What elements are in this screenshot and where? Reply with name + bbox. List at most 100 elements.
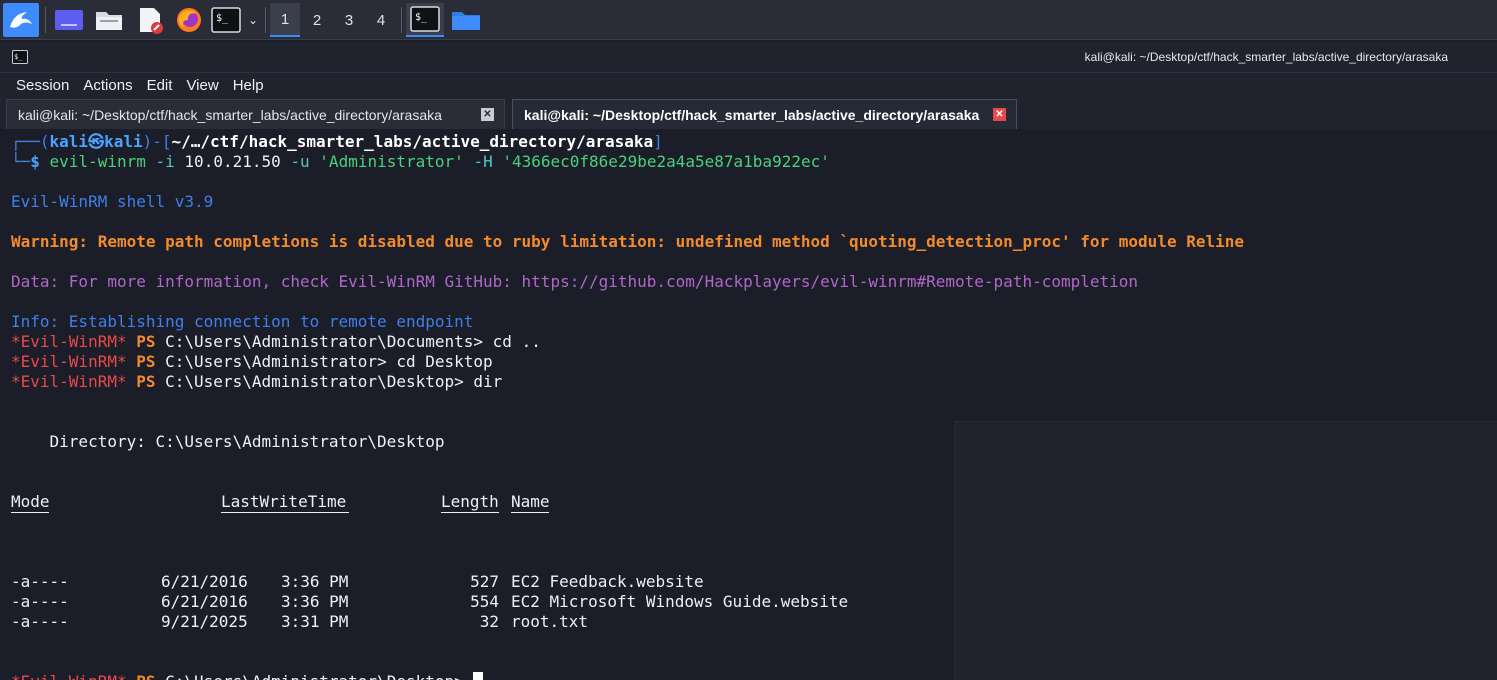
- text-cursor[interactable]: [473, 672, 484, 680]
- prompt-dollar: $: [30, 152, 40, 171]
- tab-2[interactable]: kali@kali: ~/Desktop/ctf/hack_smarter_la…: [512, 99, 1017, 129]
- row-1-name: EC2 Feedback.website: [511, 572, 704, 591]
- header-underline: [441, 512, 499, 513]
- row-3-length: 32: [479, 612, 499, 631]
- ps-tag: *Evil-WinRM*: [11, 372, 127, 391]
- svg-text:$_: $_: [14, 53, 23, 61]
- cmd-flag-h: -H: [473, 152, 493, 171]
- header-length: Length: [441, 492, 499, 511]
- ps-line-1: *Evil-WinRM* PS C:\Users\Administrator\D…: [11, 332, 541, 352]
- tab-bar: kali@kali: ~/Desktop/ctf/hack_smarter_la…: [0, 97, 1497, 129]
- row-3-name: root.txt: [511, 612, 589, 631]
- command-line: └─$ evil-winrm -i 10.0.21.50 -u 'Adminis…: [11, 152, 830, 171]
- cmd-flag-u: -u: [290, 152, 310, 171]
- row-1-date: 6/21/2016: [161, 572, 248, 591]
- menu-view[interactable]: View: [186, 77, 218, 94]
- menu-help[interactable]: Help: [233, 77, 264, 94]
- tab-1-label: kali@kali: ~/Desktop/ctf/hack_smarter_la…: [18, 106, 442, 123]
- ps-label: PS: [136, 672, 155, 680]
- background-window: [954, 421, 1497, 680]
- row-2-name: EC2 Microsoft Windows Guide.website: [511, 592, 849, 611]
- header-underline: [511, 512, 549, 513]
- ps-tag: *Evil-WinRM*: [11, 332, 127, 351]
- terminal-window: $_ kali@kali: ~/Desktop/ctf/hack_smarter…: [0, 41, 1497, 680]
- desktop-icon[interactable]: [52, 3, 86, 37]
- row-3-mode: -a----: [11, 612, 69, 631]
- data-line: Data: For more information, check Evil-W…: [11, 272, 1139, 291]
- info-line: Info: Establishing connection to remote …: [11, 312, 474, 331]
- taskbar-separator: [265, 7, 266, 33]
- text-editor-icon[interactable]: [133, 3, 167, 37]
- row-2-date: 6/21/2016: [161, 592, 248, 611]
- tab-2-label: kali@kali: ~/Desktop/ctf/hack_smarter_la…: [524, 106, 980, 123]
- ps-tag: *Evil-WinRM*: [11, 352, 127, 371]
- close-icon[interactable]: ✕: [993, 108, 1006, 121]
- row-1-mode: -a----: [11, 572, 69, 591]
- ps-cmd: cd Desktop: [386, 352, 493, 371]
- workspace-4[interactable]: 4: [366, 3, 396, 37]
- cmd-tool: evil-winrm: [49, 152, 146, 171]
- workspace-2[interactable]: 2: [302, 3, 332, 37]
- kali-dragon-icon[interactable]: [3, 3, 39, 37]
- ps-line-final: *Evil-WinRM* PS C:\Users\Administrator\D…: [11, 672, 484, 680]
- warning-line: Warning: Remote path completions is disa…: [11, 232, 1244, 251]
- ps-line-3: *Evil-WinRM* PS C:\Users\Administrator\D…: [11, 372, 502, 392]
- cmd-user: 'Administrator': [319, 152, 464, 171]
- row-3-date: 9/21/2025: [161, 612, 248, 631]
- chevron-down-icon[interactable]: ⌄: [244, 3, 262, 37]
- workspace-1[interactable]: 1: [270, 3, 300, 37]
- header-lastwritetime: LastWriteTime: [221, 492, 347, 511]
- prompt-host: kali: [104, 132, 143, 151]
- terminal-icon[interactable]: $_: [210, 3, 242, 37]
- cmd-flag-i: -i: [155, 152, 175, 171]
- banner-line: Evil-WinRM shell v3.9: [11, 192, 214, 211]
- directory-line: Directory: C:\Users\Administrator\Deskto…: [11, 432, 445, 451]
- svg-text:$_: $_: [216, 13, 229, 24]
- menu-edit[interactable]: Edit: [147, 77, 173, 94]
- ps-label: PS: [136, 332, 156, 351]
- ps-cmd: cd ..: [483, 332, 541, 351]
- header-underline: [221, 512, 349, 513]
- row-2-mode: -a----: [11, 592, 69, 611]
- row-2-time: 3:36 PM: [281, 592, 349, 611]
- ps-label: PS: [136, 372, 156, 391]
- row-1-time: 3:36 PM: [281, 572, 349, 591]
- close-icon[interactable]: ✕: [481, 108, 494, 121]
- header-underline: [11, 512, 49, 513]
- file-manager-icon[interactable]: [92, 3, 126, 37]
- menu-bar: Session Actions Edit View Help: [0, 73, 1497, 97]
- window-title: kali@kali: ~/Desktop/ctf/hack_smarter_la…: [1084, 50, 1448, 64]
- taskbar-separator: [45, 7, 46, 33]
- running-terminal-icon[interactable]: $_: [406, 3, 444, 37]
- header-mode: Mode: [11, 492, 50, 511]
- ps-path: C:\Users\Administrator\Desktop>: [165, 372, 464, 391]
- ps-tag: *Evil-WinRM*: [11, 672, 127, 680]
- prompt-at: ㉿: [88, 132, 105, 151]
- window-terminal-icon[interactable]: $_: [12, 50, 28, 69]
- ps-path: C:\Users\Administrator>: [165, 352, 387, 371]
- folder-icon[interactable]: [448, 3, 484, 37]
- ps-label: PS: [136, 352, 156, 371]
- menu-actions[interactable]: Actions: [83, 77, 132, 94]
- row-2-length: 554: [470, 592, 499, 611]
- row-3-time: 3:31 PM: [281, 612, 349, 631]
- tab-1[interactable]: kali@kali: ~/Desktop/ctf/hack_smarter_la…: [6, 99, 505, 129]
- prompt-user: kali: [49, 132, 89, 151]
- menu-session[interactable]: Session: [16, 77, 69, 94]
- cmd-hash: '4366ec0f86e29be2a4a5e87a1ba922ec': [502, 152, 830, 171]
- taskbar-separator: [401, 7, 402, 33]
- cmd-ip: 10.0.21.50: [184, 152, 281, 171]
- ps-path: C:\Users\Administrator\Desktop>: [165, 672, 464, 680]
- ps-line-2: *Evil-WinRM* PS C:\Users\Administrator> …: [11, 352, 493, 372]
- window-titlebar: $_ kali@kali: ~/Desktop/ctf/hack_smarter…: [0, 41, 1497, 73]
- prompt-path: ~/…/ctf/hack_smarter_labs/active_directo…: [171, 132, 654, 151]
- firefox-icon[interactable]: [172, 3, 206, 37]
- ps-cmd: dir: [463, 372, 503, 391]
- prompt-line-1: ┌──(kali㉿kali)-[~/…/ctf/hack_smarter_lab…: [11, 132, 663, 151]
- header-name: Name: [511, 492, 550, 511]
- workspace-3[interactable]: 3: [334, 3, 364, 37]
- row-1-length: 527: [470, 572, 499, 591]
- terminal-output[interactable]: ┌──(kali㉿kali)-[~/…/ctf/hack_smarter_lab…: [0, 129, 1497, 680]
- taskbar: $_ ⌄ 1 2 3 4 $_: [0, 0, 1497, 40]
- svg-text:$_: $_: [415, 12, 428, 23]
